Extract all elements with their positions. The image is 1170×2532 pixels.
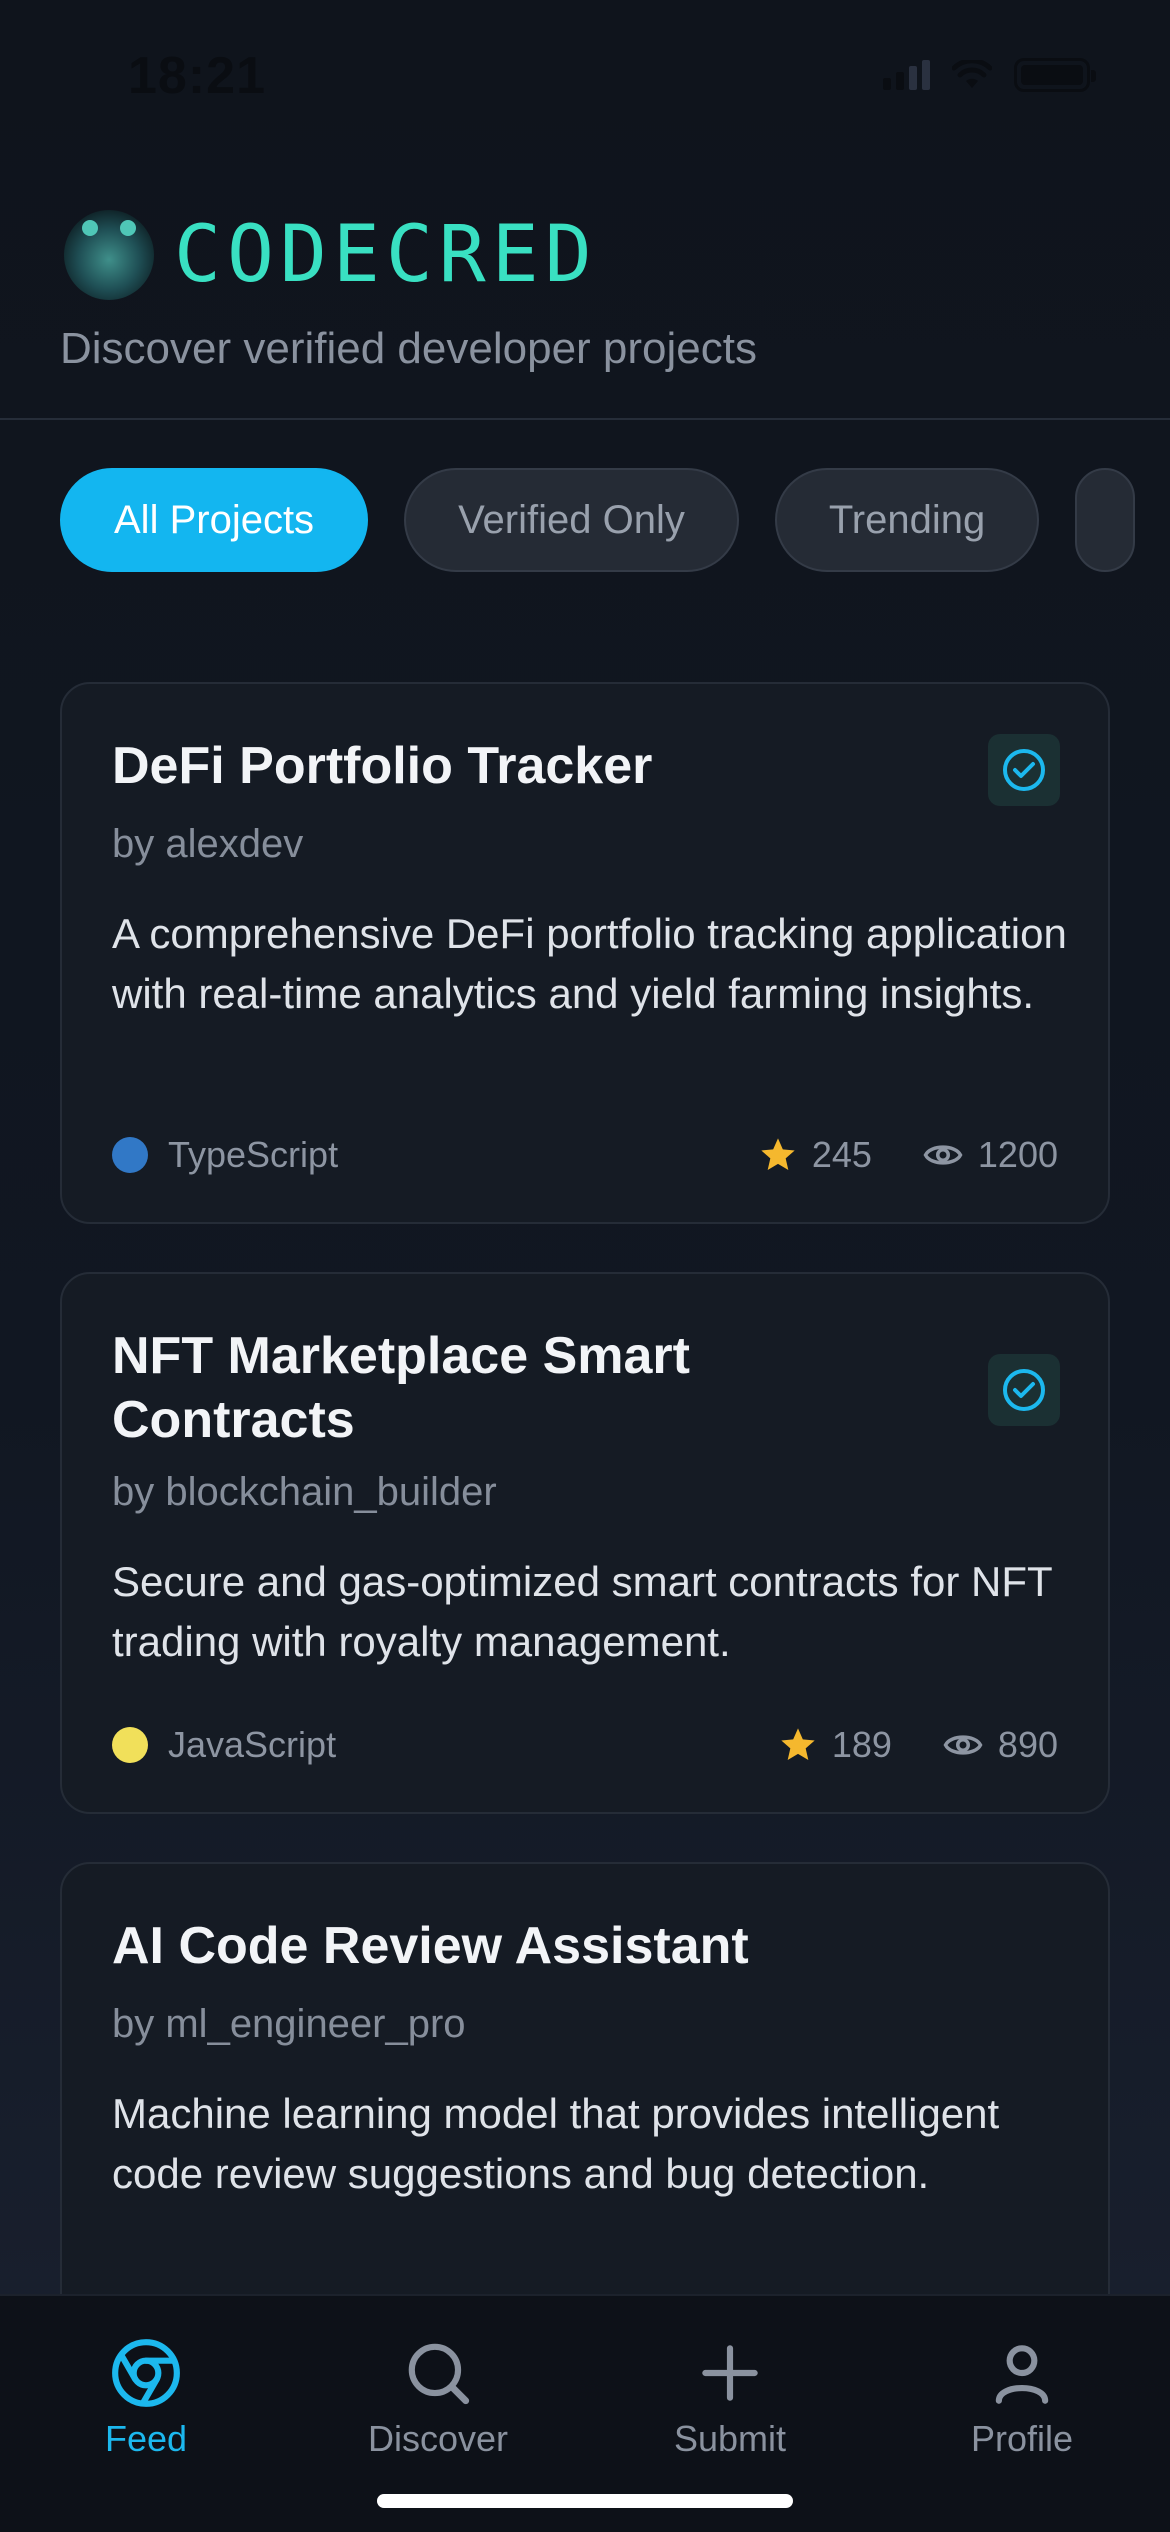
project-description: Secure and gas-optimized smart contracts… xyxy=(112,1558,1052,1665)
bear-logo-icon xyxy=(64,210,154,300)
status-bar: 18:21 xyxy=(0,0,1170,150)
chrome-icon xyxy=(112,2339,180,2407)
project-title: AI Code Review Assistant xyxy=(112,1917,749,1975)
brand-name: CODECRED xyxy=(174,210,598,300)
brand: CODECRED xyxy=(64,210,598,300)
tab-bar: Feed Discover Submit Profile xyxy=(0,2294,1170,2532)
filter-chips: All Projects Verified Only Trending xyxy=(60,468,1136,572)
project-card[interactable]: DeFi Portfolio Tracker by alexdev A comp… xyxy=(60,682,1110,1224)
filter-all-projects[interactable]: All Projects xyxy=(60,468,369,572)
views-count: 1200 xyxy=(977,1134,1058,1175)
project-language: TypeScript xyxy=(112,1134,338,1176)
app-header: CODECRED Discover verified developer pro… xyxy=(0,200,1170,420)
tab-label: Profile xyxy=(970,2418,1074,2459)
battery-icon xyxy=(1014,58,1096,92)
language-label: JavaScript xyxy=(168,1724,337,1765)
language-label: TypeScript xyxy=(168,1134,339,1175)
stars-stat[interactable]: 189 xyxy=(778,1724,892,1766)
project-footer: TypeScript 245 1200 xyxy=(112,1130,1058,1180)
star-icon xyxy=(781,1728,815,1760)
tab-discover[interactable]: Discover xyxy=(338,2336,538,2460)
project-author[interactable]: by alexdev xyxy=(112,822,303,867)
project-language: JavaScript xyxy=(112,1724,336,1766)
plus-icon xyxy=(702,2345,758,2401)
project-description: Machine learning model that provides int… xyxy=(112,2090,1000,2197)
tab-label: Submit xyxy=(673,2418,787,2459)
verified-check-icon xyxy=(988,1354,1060,1426)
views-stat: 1200 xyxy=(922,1134,1058,1176)
status-time: 18:21 xyxy=(128,47,266,105)
project-footer: JavaScript 189 890 xyxy=(112,1720,1058,1770)
filter-verified-only[interactable]: Verified Only xyxy=(404,468,739,572)
user-icon xyxy=(995,2345,1049,2404)
status-icons xyxy=(883,58,1096,92)
eye-icon xyxy=(943,1735,983,1755)
tab-profile[interactable]: Profile xyxy=(922,2336,1122,2460)
filter-trending[interactable]: Trending xyxy=(774,468,1040,572)
tab-submit[interactable]: Submit xyxy=(630,2336,830,2460)
project-author[interactable]: by blockchain_builder xyxy=(112,1470,497,1515)
views-count: 890 xyxy=(997,1724,1058,1765)
language-dot xyxy=(112,1137,148,1173)
stars-stat[interactable]: 245 xyxy=(758,1134,872,1176)
home-indicator[interactable] xyxy=(377,2494,793,2508)
app-screen: 18:21 CODECRED Discover verified develop… xyxy=(0,0,1170,2532)
project-title: NFT Marketplace Smart Contracts xyxy=(112,1327,690,1449)
project-author[interactable]: by ml_engineer_pro xyxy=(112,2002,466,2047)
wifi-icon xyxy=(952,60,992,88)
tab-label: Feed xyxy=(104,2418,188,2459)
project-card[interactable]: NFT Marketplace Smart Contracts by block… xyxy=(60,1272,1110,1814)
star-icon xyxy=(761,1138,795,1170)
tab-label: Discover xyxy=(367,2418,509,2459)
project-title: DeFi Portfolio Tracker xyxy=(112,737,653,795)
project-stats: 189 890 xyxy=(778,1724,1058,1766)
search-icon xyxy=(408,2343,470,2405)
eye-icon xyxy=(923,1145,963,1165)
tab-feed[interactable]: Feed xyxy=(46,2336,246,2460)
filter-more-partial[interactable] xyxy=(1075,468,1136,572)
project-stats: 245 1200 xyxy=(758,1134,1058,1176)
verified-check-icon xyxy=(988,734,1060,806)
tagline: Discover verified developer projects xyxy=(60,324,757,373)
project-description: A comprehensive DeFi portfolio tracking … xyxy=(112,910,1067,1017)
cellular-signal-icon xyxy=(883,60,930,90)
language-dot xyxy=(112,1727,148,1763)
stars-count: 245 xyxy=(811,1134,872,1175)
stars-count: 189 xyxy=(831,1724,892,1765)
views-stat: 890 xyxy=(942,1724,1058,1766)
